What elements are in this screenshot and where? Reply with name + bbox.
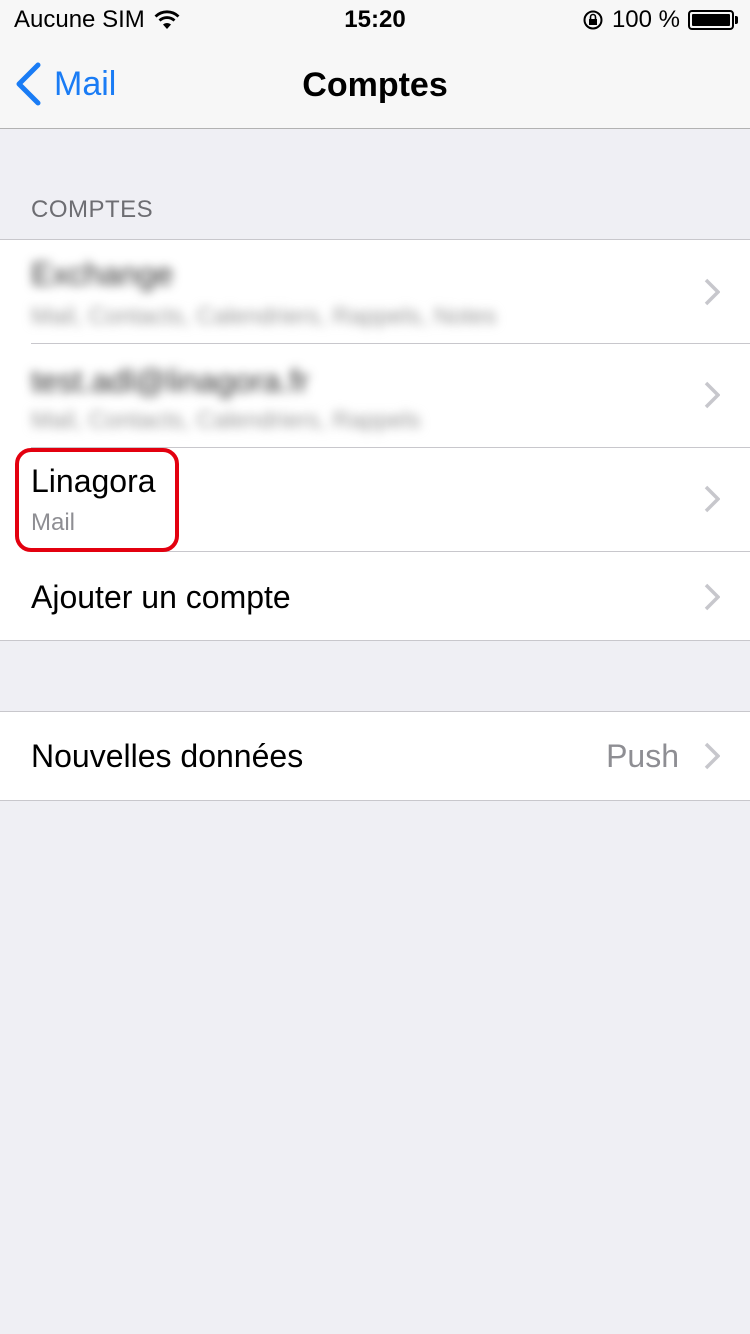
highlight-annotation — [15, 448, 179, 552]
settings-screen: Aucune SIM 15:20 100 % Mail Comptes COMP… — [0, 0, 750, 1334]
status-left: Aucune SIM — [14, 6, 181, 34]
account-subtitle: Mail, Contacts, Calendriers, Rappels — [31, 407, 421, 434]
battery-percent: 100 % — [611, 6, 680, 33]
status-bar: Aucune SIM 15:20 100 % — [0, 0, 750, 40]
page-title: Comptes — [302, 66, 448, 104]
account-title: test.adl@linagora.fr — [31, 363, 309, 399]
accounts-list: Exchange Mail, Contacts, Calendriers, Ra… — [0, 239, 750, 641]
wifi-icon — [154, 10, 180, 29]
fetch-settings-list: Nouvelles données Push — [0, 711, 750, 801]
account-row-exchange[interactable]: Exchange Mail, Contacts, Calendriers, Ra… — [0, 240, 750, 343]
status-right: 100 % — [582, 6, 738, 34]
chevron-right-icon — [704, 485, 720, 513]
chevron-right-icon — [704, 278, 720, 306]
carrier-label: Aucune SIM — [14, 6, 145, 33]
rotation-lock-icon — [583, 10, 603, 30]
account-title: Exchange — [31, 256, 174, 292]
account-row-linagora-address[interactable]: test.adl@linagora.fr Mail, Contacts, Cal… — [0, 343, 750, 447]
fetch-new-data-row[interactable]: Nouvelles données Push — [0, 712, 750, 800]
add-account-row[interactable]: Ajouter un compte — [0, 551, 750, 640]
section-header-accounts: COMPTES — [31, 196, 154, 223]
account-subtitle: Mail, Contacts, Calendriers, Rappels, No… — [31, 303, 497, 330]
chevron-right-icon — [704, 583, 720, 611]
fetch-label: Nouvelles données — [31, 738, 304, 774]
add-account-label: Ajouter un compte — [31, 579, 291, 615]
navigation-bar: Mail Comptes — [0, 40, 750, 129]
chevron-right-icon — [704, 381, 720, 409]
fetch-value: Push — [606, 738, 679, 774]
battery-icon — [688, 10, 738, 30]
chevron-right-icon — [704, 742, 720, 770]
